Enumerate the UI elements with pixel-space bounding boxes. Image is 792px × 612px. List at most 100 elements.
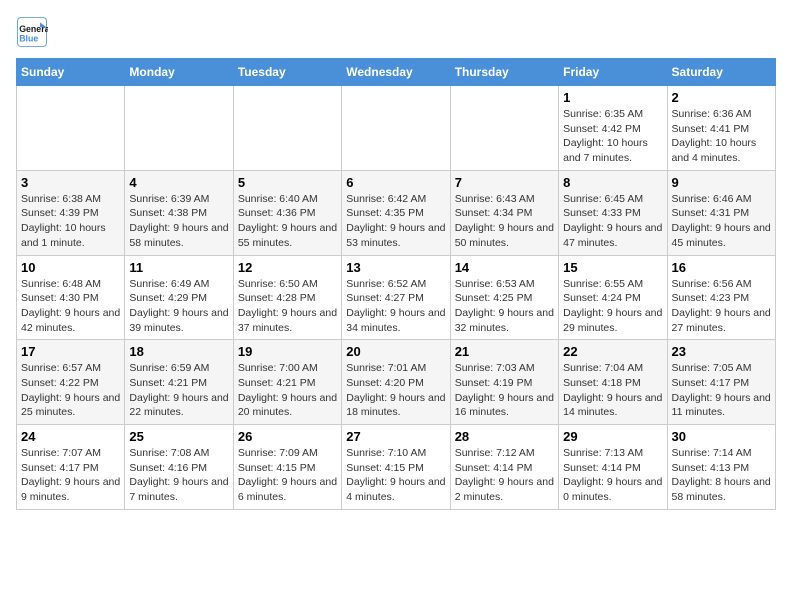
day-number: 14 (455, 260, 554, 275)
calendar-cell: 17 Sunrise: 6:57 AM Sunset: 4:22 PM Dayli… (17, 340, 125, 425)
day-number: 24 (21, 429, 120, 444)
day-info: Sunrise: 7:08 AM Sunset: 4:16 PM Dayligh… (129, 446, 228, 505)
logo-icon: General Blue (16, 16, 48, 48)
day-number: 27 (346, 429, 445, 444)
day-info: Sunrise: 6:55 AM Sunset: 4:24 PM Dayligh… (563, 277, 662, 336)
day-number: 8 (563, 175, 662, 190)
day-info: Sunrise: 7:07 AM Sunset: 4:17 PM Dayligh… (21, 446, 120, 505)
calendar-cell: 25Sunrise: 7:08 AM Sunset: 4:16 PM Dayli… (125, 425, 233, 510)
day-info: Sunrise: 6:56 AM Sunset: 4:23 PM Dayligh… (672, 277, 771, 336)
day-info: Sunrise: 6:52 AM Sunset: 4:27 PM Dayligh… (346, 277, 445, 336)
column-header-saturday: Saturday (667, 59, 775, 86)
day-info: Sunrise: 6:53 AM Sunset: 4:25 PM Dayligh… (455, 277, 554, 336)
day-number: 4 (129, 175, 228, 190)
day-number: 26 (238, 429, 337, 444)
column-header-sunday: Sunday (17, 59, 125, 86)
calendar-cell: 24 Sunrise: 7:07 AM Sunset: 4:17 PM Dayli… (17, 425, 125, 510)
calendar-cell (17, 86, 125, 171)
day-info: Sunrise: 7:10 AM Sunset: 4:15 PM Dayligh… (346, 446, 445, 505)
calendar-cell: 27 Sunrise: 7:10 AM Sunset: 4:15 PM Dayli… (342, 425, 450, 510)
day-number: 13 (346, 260, 445, 275)
day-number: 12 (238, 260, 337, 275)
day-info: Sunrise: 6:40 AM Sunset: 4:36 PM Dayligh… (238, 192, 337, 251)
day-number: 19 (238, 344, 337, 359)
day-info: Sunrise: 7:13 AM Sunset: 4:14 PM Dayligh… (563, 446, 662, 505)
day-info: Sunrise: 6:49 AM Sunset: 4:29 PM Dayligh… (129, 277, 228, 336)
calendar-cell: 7Sunrise: 6:43 AM Sunset: 4:34 PM Daylig… (450, 170, 558, 255)
day-info: Sunrise: 6:48 AM Sunset: 4:30 PM Dayligh… (21, 277, 120, 336)
week-row-5: 24 Sunrise: 7:07 AM Sunset: 4:17 PM Dayli… (17, 425, 776, 510)
calendar-cell: 11 Sunrise: 6:49 AM Sunset: 4:29 PM Dayli… (125, 255, 233, 340)
calendar-cell: 30 Sunrise: 7:14 AM Sunset: 4:13 PM Dayli… (667, 425, 775, 510)
day-info: Sunrise: 7:09 AM Sunset: 4:15 PM Dayligh… (238, 446, 337, 505)
day-info: Sunrise: 6:45 AM Sunset: 4:33 PM Dayligh… (563, 192, 662, 251)
calendar-cell: 23 Sunrise: 7:05 AM Sunset: 4:17 PM Dayli… (667, 340, 775, 425)
column-header-tuesday: Tuesday (233, 59, 341, 86)
calendar-header-row: SundayMondayTuesdayWednesdayThursdayFrid… (17, 59, 776, 86)
logo: General Blue (16, 16, 48, 48)
column-header-thursday: Thursday (450, 59, 558, 86)
day-number: 16 (672, 260, 771, 275)
day-info: Sunrise: 6:43 AM Sunset: 4:34 PM Dayligh… (455, 192, 554, 251)
calendar-cell: 28 Sunrise: 7:12 AM Sunset: 4:14 PM Dayli… (450, 425, 558, 510)
calendar-cell: 29 Sunrise: 7:13 AM Sunset: 4:14 PM Dayli… (559, 425, 667, 510)
week-row-2: 3 Sunrise: 6:38 AM Sunset: 4:39 PM Daylig… (17, 170, 776, 255)
calendar-cell: 18 Sunrise: 6:59 AM Sunset: 4:21 PM Dayli… (125, 340, 233, 425)
day-number: 30 (672, 429, 771, 444)
week-row-1: 1 Sunrise: 6:35 AM Sunset: 4:42 PM Daylig… (17, 86, 776, 171)
calendar-cell: 21Sunrise: 7:03 AM Sunset: 4:19 PM Dayli… (450, 340, 558, 425)
day-number: 17 (21, 344, 120, 359)
calendar-cell: 12 Sunrise: 6:50 AM Sunset: 4:28 PM Dayli… (233, 255, 341, 340)
calendar-cell: 13 Sunrise: 6:52 AM Sunset: 4:27 PM Dayli… (342, 255, 450, 340)
day-number: 9 (672, 175, 771, 190)
day-info: Sunrise: 6:38 AM Sunset: 4:39 PM Dayligh… (21, 192, 120, 251)
calendar-cell: 14 Sunrise: 6:53 AM Sunset: 4:25 PM Dayli… (450, 255, 558, 340)
day-number: 6 (346, 175, 445, 190)
column-header-monday: Monday (125, 59, 233, 86)
calendar-cell: 20 Sunrise: 7:01 AM Sunset: 4:20 PM Dayli… (342, 340, 450, 425)
day-info: Sunrise: 6:35 AM Sunset: 4:42 PM Dayligh… (563, 107, 662, 166)
day-number: 23 (672, 344, 771, 359)
calendar-cell (233, 86, 341, 171)
day-info: Sunrise: 7:12 AM Sunset: 4:14 PM Dayligh… (455, 446, 554, 505)
column-header-friday: Friday (559, 59, 667, 86)
calendar-cell: 22Sunrise: 7:04 AM Sunset: 4:18 PM Dayli… (559, 340, 667, 425)
day-number: 28 (455, 429, 554, 444)
day-info: Sunrise: 7:03 AM Sunset: 4:19 PM Dayligh… (455, 361, 554, 420)
calendar-cell: 5Sunrise: 6:40 AM Sunset: 4:36 PM Daylig… (233, 170, 341, 255)
day-info: Sunrise: 7:01 AM Sunset: 4:20 PM Dayligh… (346, 361, 445, 420)
day-number: 1 (563, 90, 662, 105)
day-info: Sunrise: 7:05 AM Sunset: 4:17 PM Dayligh… (672, 361, 771, 420)
calendar-cell: 2 Sunrise: 6:36 AM Sunset: 4:41 PM Daylig… (667, 86, 775, 171)
day-info: Sunrise: 7:14 AM Sunset: 4:13 PM Dayligh… (672, 446, 771, 505)
calendar-cell: 9 Sunrise: 6:46 AM Sunset: 4:31 PM Daylig… (667, 170, 775, 255)
calendar-cell: 15 Sunrise: 6:55 AM Sunset: 4:24 PM Dayli… (559, 255, 667, 340)
day-info: Sunrise: 6:36 AM Sunset: 4:41 PM Dayligh… (672, 107, 771, 166)
week-row-3: 10Sunrise: 6:48 AM Sunset: 4:30 PM Dayli… (17, 255, 776, 340)
day-number: 18 (129, 344, 228, 359)
day-info: Sunrise: 6:46 AM Sunset: 4:31 PM Dayligh… (672, 192, 771, 251)
day-number: 11 (129, 260, 228, 275)
calendar-cell: 6 Sunrise: 6:42 AM Sunset: 4:35 PM Daylig… (342, 170, 450, 255)
day-info: Sunrise: 6:42 AM Sunset: 4:35 PM Dayligh… (346, 192, 445, 251)
day-info: Sunrise: 6:59 AM Sunset: 4:21 PM Dayligh… (129, 361, 228, 420)
day-info: Sunrise: 6:57 AM Sunset: 4:22 PM Dayligh… (21, 361, 120, 420)
calendar-cell: 8 Sunrise: 6:45 AM Sunset: 4:33 PM Daylig… (559, 170, 667, 255)
day-info: Sunrise: 7:00 AM Sunset: 4:21 PM Dayligh… (238, 361, 337, 420)
day-number: 2 (672, 90, 771, 105)
day-number: 29 (563, 429, 662, 444)
calendar-cell: 26 Sunrise: 7:09 AM Sunset: 4:15 PM Dayli… (233, 425, 341, 510)
calendar-cell: 19 Sunrise: 7:00 AM Sunset: 4:21 PM Dayli… (233, 340, 341, 425)
day-info: Sunrise: 6:50 AM Sunset: 4:28 PM Dayligh… (238, 277, 337, 336)
day-number: 20 (346, 344, 445, 359)
calendar-cell: 3 Sunrise: 6:38 AM Sunset: 4:39 PM Daylig… (17, 170, 125, 255)
svg-text:Blue: Blue (19, 34, 38, 44)
calendar-table: SundayMondayTuesdayWednesdayThursdayFrid… (16, 58, 776, 510)
day-info: Sunrise: 6:39 AM Sunset: 4:38 PM Dayligh… (129, 192, 228, 251)
calendar-cell: 1 Sunrise: 6:35 AM Sunset: 4:42 PM Daylig… (559, 86, 667, 171)
day-number: 3 (21, 175, 120, 190)
calendar-cell (450, 86, 558, 171)
calendar-cell: 4 Sunrise: 6:39 AM Sunset: 4:38 PM Daylig… (125, 170, 233, 255)
day-number: 15 (563, 260, 662, 275)
calendar-cell (342, 86, 450, 171)
